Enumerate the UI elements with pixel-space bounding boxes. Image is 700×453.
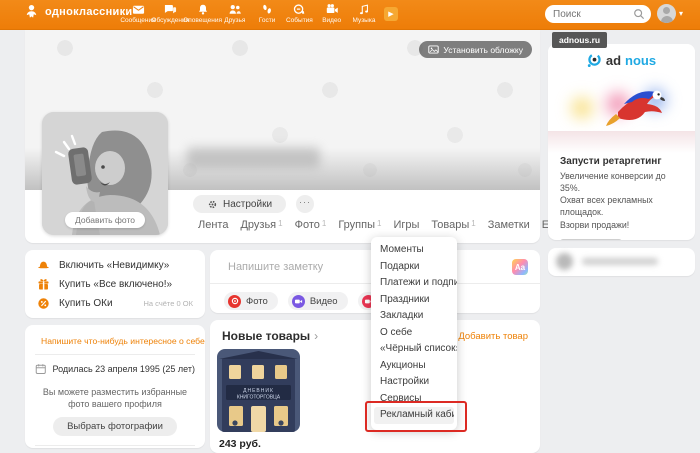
- menu-item-gifts[interactable]: Подарки: [371, 259, 457, 276]
- blurred-text: [582, 258, 658, 265]
- goods-title[interactable]: Новые товары: [222, 329, 310, 343]
- nav-guests[interactable]: Гости: [251, 2, 283, 24]
- menu-item-moments[interactable]: Моменты: [371, 242, 457, 259]
- blurred-widget-card: [548, 248, 695, 276]
- calendar-icon: [35, 363, 47, 375]
- menu-item-blacklist[interactable]: «Чёрный список»: [371, 341, 457, 358]
- dots-icon: ···: [299, 197, 311, 207]
- attach-photo-button[interactable]: Фото: [224, 292, 278, 310]
- bell-icon: [197, 2, 209, 16]
- svg-text:ДНЕВНИК: ДНЕВНИК: [243, 388, 274, 394]
- discussions-icon: [164, 2, 177, 16]
- nav-music[interactable]: Музыка: [348, 2, 380, 24]
- adnous-logo-icon: [587, 53, 602, 68]
- gift-icon: [37, 278, 50, 291]
- ad-title: Запусти ретаргетинг: [548, 153, 695, 170]
- top-navbar: одноклассники Сообщения Обсуждения Опове…: [0, 0, 700, 30]
- blurred-avatar: [556, 253, 573, 270]
- ad-banner-image: adnous: [548, 44, 695, 131]
- nav-discussions[interactable]: Обсуждения: [154, 2, 186, 24]
- menu-item-settings[interactable]: Настройки: [371, 374, 457, 391]
- profile-avatar-placeholder[interactable]: Добавить фото: [42, 112, 168, 235]
- play-icon: ▶: [388, 10, 393, 18]
- footprints-icon: [261, 2, 273, 16]
- ok-balance: На счёте 0 ОК: [144, 299, 193, 308]
- search-icon[interactable]: [633, 8, 645, 20]
- add-good-link[interactable]: Добавить товар: [458, 331, 528, 342]
- parrot-illustration: [606, 78, 676, 126]
- nav-promo-button[interactable]: ▶: [384, 7, 398, 21]
- arrow-right-icon[interactable]: ›: [314, 329, 318, 343]
- ad-domain-badge[interactable]: adnous.ru: [552, 32, 607, 48]
- tab-groups[interactable]: Группы1: [338, 219, 381, 231]
- nav-messages[interactable]: Сообщения: [122, 2, 154, 24]
- tab-feed[interactable]: Лента: [198, 219, 228, 231]
- vip-services-card: Включить «Невидимку» Купить «Все включен…: [25, 250, 205, 318]
- image-icon: [428, 44, 439, 55]
- nav-friends[interactable]: Друзья: [219, 2, 251, 24]
- profile-tabs: Лента Друзья1 Фото1 Группы1 Игры Товары1…: [198, 219, 572, 231]
- ok-coin-icon: [37, 297, 50, 310]
- search-box: [545, 5, 651, 23]
- profile-card: Установить обложку Добавить фото: [25, 30, 540, 243]
- nav-events[interactable]: События: [283, 2, 315, 24]
- ok-logo[interactable]: одноклассники: [24, 4, 132, 19]
- birthday-row: Родилась 23 апреля 1995 (25 лет): [25, 355, 205, 383]
- tab-photos[interactable]: Фото1: [295, 219, 327, 231]
- user-avatar[interactable]: [657, 4, 676, 23]
- menu-item-bookmarks[interactable]: Закладки: [371, 308, 457, 325]
- video-icon: [292, 295, 305, 308]
- navbar-menu: Сообщения Обсуждения Оповещения Друзья Г…: [122, 2, 380, 24]
- ad-line-1: Увеличение конверсии до 35%.: [560, 170, 683, 194]
- choose-photos-button[interactable]: Выбрать фотографии: [53, 417, 177, 436]
- nav-notifications[interactable]: Оповещения: [187, 2, 219, 24]
- friends-icon: [228, 2, 242, 16]
- all-inclusive-item[interactable]: Купить «Все включено!»: [25, 275, 205, 294]
- ad-card[interactable]: adnous Запусти ретаргетинг Увеличение ко…: [548, 44, 695, 240]
- gear-icon: [207, 199, 218, 210]
- hat-icon: [37, 259, 50, 272]
- tab-friends[interactable]: Друзья1: [240, 219, 282, 231]
- good-image: ДНЕВНИК КНИГОТОРГОВЦА: [217, 349, 300, 432]
- add-photo-button[interactable]: Добавить фото: [65, 212, 145, 228]
- svg-text:КНИГОТОРГОВЦА: КНИГОТОРГОВЦА: [237, 395, 281, 401]
- photos-hint: Вы можете разместить избранные фото ваше…: [25, 383, 205, 417]
- more-actions-button[interactable]: ···: [296, 195, 314, 213]
- music-note-icon: [358, 2, 370, 16]
- note-input[interactable]: Напишите заметку: [228, 261, 512, 273]
- attach-video-button[interactable]: Видео: [288, 292, 348, 310]
- messages-icon: [132, 2, 145, 16]
- ad-line-3: Взорви продажи!: [560, 219, 683, 231]
- text-style-icon[interactable]: Aa: [512, 259, 528, 275]
- search-input[interactable]: [551, 8, 633, 21]
- invisible-mode-item[interactable]: Включить «Невидимку»: [25, 256, 205, 275]
- tab-games[interactable]: Игры: [393, 219, 419, 231]
- about-prompt-link[interactable]: Напишите что-нибудь интересное о себе: [25, 325, 205, 354]
- set-cover-button[interactable]: Установить обложку: [419, 41, 532, 58]
- good-price: 243 руб.: [219, 438, 540, 450]
- logo-text: одноклассники: [45, 6, 132, 18]
- coin-icon: [293, 2, 306, 16]
- ok-person-icon: [24, 4, 39, 19]
- tab-goods[interactable]: Товары1: [431, 219, 475, 231]
- nav-video[interactable]: Видео: [316, 2, 348, 24]
- video-camera-icon: [325, 2, 339, 16]
- about-card: Напишите что-нибудь интересное о себе Ро…: [25, 325, 205, 448]
- red-highlight-box: [365, 401, 467, 432]
- profile-name-blurred: [187, 147, 320, 168]
- avatar-caret-icon[interactable]: ▾: [679, 9, 683, 18]
- ad-brand-nous: nous: [625, 53, 656, 68]
- menu-item-about[interactable]: О себе: [371, 325, 457, 342]
- menu-item-auctions[interactable]: Аукционы: [371, 358, 457, 375]
- ok-profile-page: одноклассники Сообщения Обсуждения Опове…: [0, 0, 700, 453]
- tab-notes[interactable]: Заметки: [488, 219, 530, 231]
- photo-camera-icon: [228, 295, 241, 308]
- menu-item-holidays[interactable]: Праздники: [371, 292, 457, 309]
- ad-brand-ad: ad: [606, 53, 621, 68]
- ad-go-button[interactable]: Перейти: [560, 239, 622, 240]
- settings-button[interactable]: Настройки: [193, 195, 286, 213]
- buy-oks-item[interactable]: Купить ОКи На счёте 0 ОК: [25, 294, 205, 313]
- ad-line-2: Охват всех рекламных площадок.: [560, 194, 683, 218]
- menu-item-payments[interactable]: Платежи и подписки: [371, 275, 457, 292]
